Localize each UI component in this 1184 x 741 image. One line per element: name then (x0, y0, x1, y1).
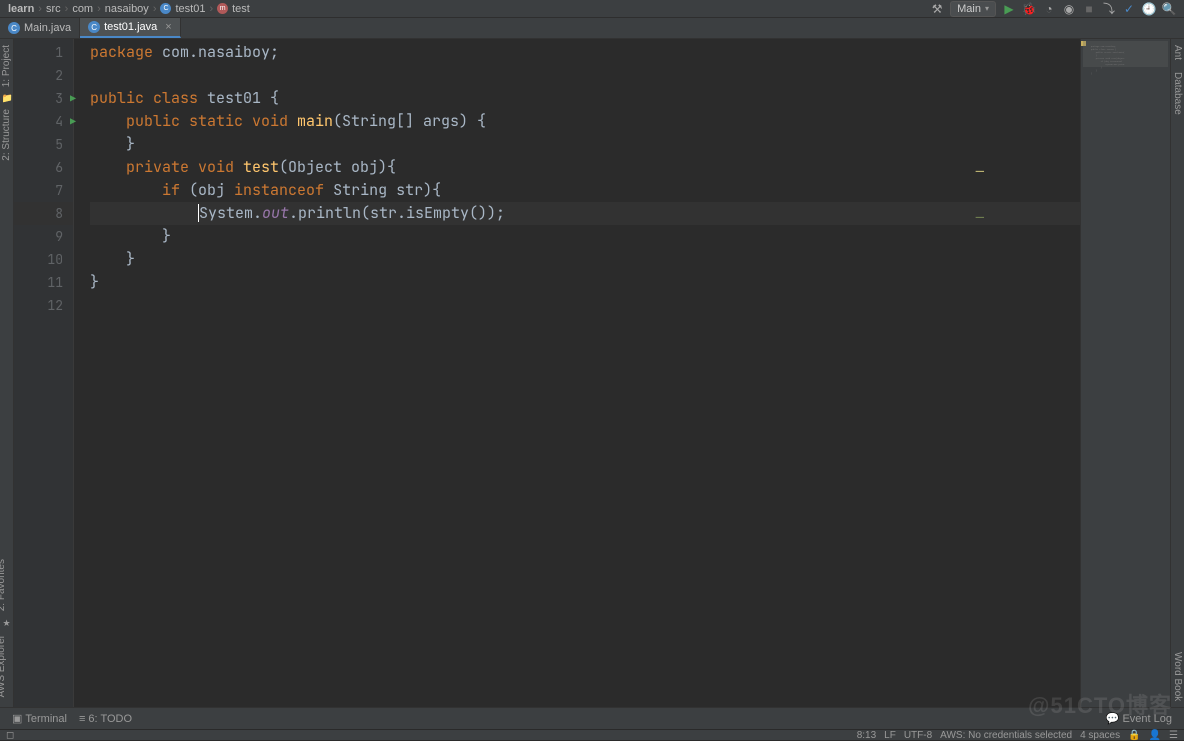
build-icon[interactable]: ⚒ (930, 2, 944, 16)
line-number: 9 (14, 225, 73, 248)
git-update-icon[interactable]: ⤵ (1102, 2, 1116, 16)
gutter[interactable]: 1 2 3▶ 4▶ 5 6 7 8 9 10 11 12 (14, 39, 74, 707)
coverage-icon[interactable]: ◔ (1042, 2, 1056, 16)
line-number: 11 (14, 271, 73, 294)
folder-icon: 📁 (2, 93, 12, 103)
line-number: 5 (14, 133, 73, 156)
line-number: 4▶ (14, 110, 73, 133)
right-tool-rail: Ant Database Word Book (1170, 39, 1184, 707)
editor-minimap[interactable]: package com.nasaiboy; public class test0… (1080, 39, 1170, 707)
wordbook-tool-button[interactable]: Word Book (1172, 646, 1183, 707)
warning-marker[interactable]: — (976, 207, 984, 230)
quick-access-icon[interactable]: ◻ (6, 730, 14, 741)
left-tool-rail: 1: Project 📁 2: Structure 2: Favorites ★… (0, 39, 14, 707)
history-icon[interactable]: 🕘 (1142, 2, 1156, 16)
breadcrumb[interactable]: learn› src› com› nasaiboy› C test01› m t… (8, 3, 250, 15)
line-number: 7 (14, 179, 73, 202)
watermark: @51CTO博客 (1028, 688, 1172, 720)
navigation-bar: learn› src› com› nasaiboy› C test01› m t… (0, 0, 1184, 18)
indent-info[interactable]: 4 spaces (1080, 730, 1120, 741)
file-encoding[interactable]: UTF-8 (904, 730, 932, 741)
line-number: 10 (14, 248, 73, 271)
cursor-position[interactable]: 8:13 (857, 730, 876, 741)
breadcrumb-item[interactable]: com (72, 3, 93, 15)
class-icon: C (8, 22, 20, 34)
run-config-selector[interactable]: Main ▾ (950, 1, 996, 17)
aws-explorer-tool-button[interactable]: AWS Explorer (0, 629, 7, 703)
debug-icon[interactable]: 🐞 (1022, 2, 1036, 16)
run-config-label: Main (957, 3, 981, 15)
class-icon: C (88, 21, 100, 33)
stop-icon[interactable]: ■ (1082, 2, 1096, 16)
profile-icon[interactable]: ◉ (1062, 2, 1076, 16)
text-cursor (198, 204, 199, 222)
toolbar-right: ⚒ Main ▾ ▶ 🐞 ◔ ◉ ■ ⤵ ✓ 🕘 🔍 (930, 1, 1176, 17)
inspection-icon[interactable]: 👤 (1149, 730, 1161, 741)
todo-tool-button[interactable]: ≡ 6: TODO (73, 713, 138, 725)
tab-label: test01.java (104, 21, 157, 33)
breadcrumb-item[interactable]: test01 (175, 3, 205, 15)
class-icon: C (160, 3, 171, 14)
line-number: 1 (14, 41, 73, 64)
terminal-tool-button[interactable]: ▣ Terminal (6, 712, 73, 725)
line-number: 12 (14, 294, 73, 317)
favorites-tool-button[interactable]: 2: Favorites (0, 553, 7, 617)
tab-label: Main.java (24, 22, 71, 34)
database-tool-button[interactable]: Database (1172, 66, 1183, 121)
code-content[interactable]: package com.nasaiboy; public class test0… (74, 39, 1080, 707)
breadcrumb-item[interactable]: src (46, 3, 61, 15)
search-icon[interactable]: 🔍 (1162, 2, 1176, 16)
breadcrumb-item[interactable]: test (232, 3, 250, 15)
method-icon: m (217, 3, 228, 14)
commit-icon[interactable]: ✓ (1122, 2, 1136, 16)
line-number: 3▶ (14, 87, 73, 110)
line-number: 2 (14, 64, 73, 87)
run-icon[interactable]: ▶ (1002, 2, 1016, 16)
bottom-tool-bar: ▣ Terminal ≡ 6: TODO 💬 Event Log (0, 707, 1184, 729)
project-tool-button[interactable]: 1: Project (1, 39, 12, 93)
ant-tool-button[interactable]: Ant (1172, 39, 1183, 66)
editor-tabs: C Main.java C test01.java × (0, 18, 1184, 39)
minimap-preview: package com.nasaiboy; public class test0… (1091, 45, 1125, 75)
line-number: 6 (14, 156, 73, 179)
tab-test01-java[interactable]: C test01.java × (80, 18, 181, 38)
editor[interactable]: 1 2 3▶ 4▶ 5 6 7 8 9 10 11 12 package com… (14, 39, 1170, 707)
tab-main-java[interactable]: C Main.java (0, 18, 80, 38)
breadcrumb-item[interactable]: learn (8, 3, 34, 15)
line-number: 8 (14, 202, 73, 225)
warning-marker[interactable]: — (976, 161, 984, 184)
aws-status[interactable]: AWS: No credentials selected (940, 730, 1072, 741)
terminal-icon: ▣ (12, 712, 22, 725)
breadcrumb-item[interactable]: nasaiboy (105, 3, 149, 15)
status-bar: ◻ 8:13 LF UTF-8 AWS: No credentials sele… (0, 729, 1184, 740)
structure-tool-button[interactable]: 2: Structure (1, 103, 12, 167)
close-icon[interactable]: × (161, 21, 171, 33)
line-separator[interactable]: LF (884, 730, 896, 741)
todo-icon: ≡ (79, 713, 85, 725)
memory-icon[interactable]: ☰ (1169, 730, 1178, 741)
lock-icon[interactable]: 🔒 (1128, 730, 1140, 741)
